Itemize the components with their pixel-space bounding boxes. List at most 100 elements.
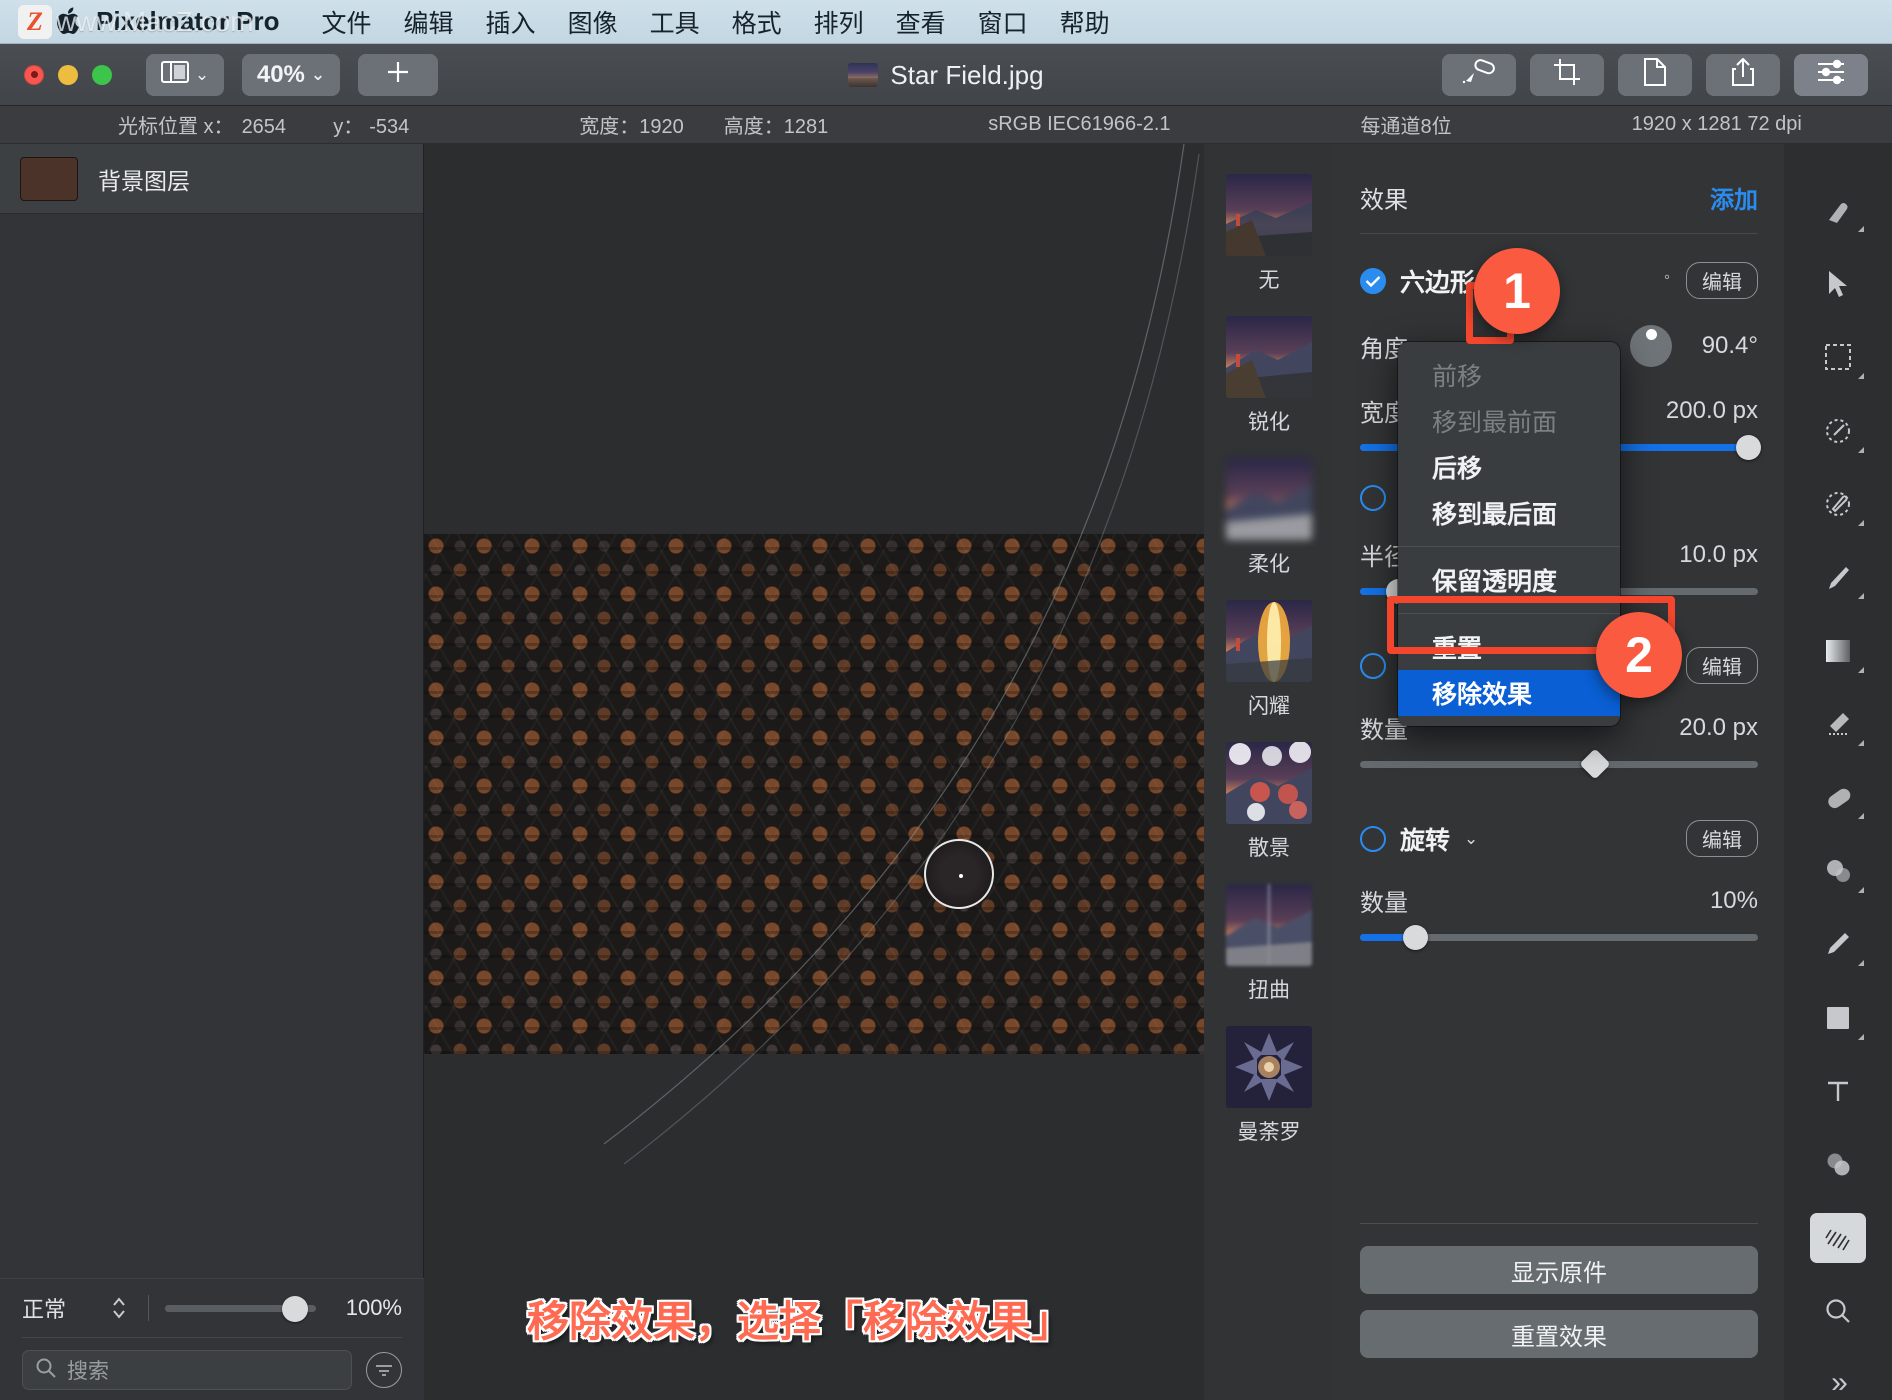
zoom-icon[interactable]: [1810, 1287, 1866, 1336]
eraser-icon[interactable]: [1810, 700, 1866, 749]
paint-brush-icon[interactable]: [1810, 553, 1866, 602]
edit-effect-button[interactable]: 编辑: [1686, 820, 1758, 857]
canvas-pattern-overlay: [424, 534, 1204, 1054]
param-slider-knob[interactable]: [1402, 925, 1428, 950]
add-layer-button[interactable]: [358, 53, 438, 96]
effect-preset-label: 曼荼罗: [1237, 1121, 1301, 1144]
filter-icon[interactable]: [366, 1352, 402, 1388]
cursor-y-value: -534: [369, 116, 410, 138]
clone-icon[interactable]: [1810, 846, 1866, 895]
edit-effect-button[interactable]: 编辑: [1686, 647, 1758, 684]
color-adjust-icon[interactable]: [1810, 186, 1866, 235]
layers-sidebar: 背景图层 正常 100% 搜索: [0, 144, 424, 1400]
minimize-button[interactable]: [58, 64, 78, 85]
menu-item-9[interactable]: 帮助: [1044, 4, 1126, 40]
opacity-slider-fill: [165, 1304, 295, 1312]
angle-origin-marker: °: [1664, 272, 1670, 289]
param-slider[interactable]: [1360, 925, 1758, 950]
crop-button[interactable]: [1530, 53, 1604, 96]
chevron-down-icon[interactable]: ⌄: [1464, 829, 1478, 849]
menubar-app-name[interactable]: Pixelmator Pro: [96, 6, 280, 37]
macos-menubar: Pixelmator Pro 文件 编辑 插入 图像 工具 格式 排列 查看 窗…: [0, 0, 1892, 44]
layout-panel-button[interactable]: ⌄: [146, 53, 224, 96]
add-effect-button[interactable]: 添加: [1710, 180, 1758, 215]
menu-item-0[interactable]: 文件: [306, 4, 388, 40]
reset-effects-button[interactable]: 重置效果: [1360, 1310, 1758, 1358]
opacity-slider[interactable]: [165, 1295, 316, 1322]
more-tools-icon[interactable]: »: [1831, 1366, 1848, 1400]
effect-preset-sharpen[interactable]: 锐化: [1226, 316, 1312, 436]
arrow-select-icon[interactable]: [1810, 259, 1866, 308]
effect-context-menu[interactable]: 前移 移到最前面 后移 移到最后面 保留透明度 重置 移除效果: [1398, 342, 1620, 726]
repair-icon[interactable]: [1810, 773, 1866, 822]
retouch-button[interactable]: [1442, 53, 1516, 96]
effect-enable-checkbox[interactable]: [1360, 652, 1386, 679]
effect-preset-distort[interactable]: 扭曲: [1226, 884, 1312, 1004]
menu-item-reset[interactable]: 重置: [1398, 624, 1620, 670]
effect-enable-checkbox[interactable]: [1360, 485, 1386, 511]
plus-icon: [385, 59, 411, 90]
angle-dial[interactable]: [1629, 325, 1672, 367]
show-original-button[interactable]: 显示原件: [1360, 1246, 1758, 1294]
effects-brush-icon[interactable]: [1810, 1213, 1866, 1263]
zoom-level-button[interactable]: 40% ⌄: [242, 53, 340, 96]
canvas-area[interactable]: [424, 144, 1204, 1400]
param-slider[interactable]: [1360, 748, 1758, 780]
gradient-icon[interactable]: [1810, 626, 1866, 675]
effect-preset-soften[interactable]: 柔化: [1226, 458, 1312, 578]
effect-preset-bokeh[interactable]: 散景: [1226, 742, 1312, 862]
effect-group-name: 六边形: [1400, 268, 1476, 297]
param-amount-row: 数量 10%: [1360, 883, 1758, 918]
height-value: 1281: [783, 116, 829, 138]
text-icon[interactable]: [1810, 1067, 1866, 1116]
menu-item-move-to-back[interactable]: 移到最后面: [1398, 490, 1620, 536]
menu-item-remove-effect[interactable]: 移除效果: [1398, 670, 1620, 716]
menu-item-6[interactable]: 排列: [798, 4, 880, 40]
param-slider-knob[interactable]: [1736, 435, 1761, 460]
shape-icon[interactable]: [1810, 993, 1866, 1042]
height-label: 高度：: [723, 116, 784, 138]
menu-item-8[interactable]: 窗口: [962, 4, 1044, 40]
menu-separator: [1398, 613, 1620, 614]
search-input[interactable]: 搜索: [22, 1350, 352, 1390]
blend-mode-row: 正常 100%: [0, 1279, 424, 1337]
menu-item-preserve-transparency[interactable]: 保留透明度: [1398, 557, 1620, 603]
width-label: 宽度：: [579, 116, 640, 138]
blend-mode-value[interactable]: 正常: [22, 1292, 92, 1324]
effect-enable-checkbox[interactable]: [1360, 825, 1386, 852]
param-slider-knob[interactable]: [1579, 748, 1611, 780]
document-canvas[interactable]: [424, 534, 1204, 1054]
quick-select-icon[interactable]: [1810, 406, 1866, 455]
chevron-down-icon: ⌄: [310, 64, 326, 84]
menu-item-move-backward[interactable]: 后移: [1398, 444, 1620, 490]
maximize-button[interactable]: [92, 64, 112, 85]
menu-item-5[interactable]: 格式: [716, 4, 798, 40]
menu-item-3[interactable]: 图像: [552, 4, 634, 40]
edit-effect-button[interactable]: 编辑: [1686, 262, 1758, 299]
blend-mode-stepper[interactable]: [106, 1294, 132, 1322]
blend-shapes-icon[interactable]: [1810, 1140, 1866, 1189]
effect-preset-label: 锐化: [1248, 411, 1290, 434]
effect-preset-mandala[interactable]: 曼荼罗: [1226, 1026, 1312, 1146]
opacity-slider-knob[interactable]: [281, 1295, 308, 1322]
inspector-button[interactable]: [1794, 53, 1868, 96]
pen-icon[interactable]: [1810, 920, 1866, 969]
close-button[interactable]: [24, 64, 44, 85]
effect-enable-checkbox[interactable]: [1360, 267, 1386, 294]
layout-panel-icon: [160, 60, 189, 89]
menu-item-7[interactable]: 查看: [880, 4, 962, 40]
layer-row[interactable]: 背景图层: [0, 144, 423, 214]
menu-item-2[interactable]: 插入: [470, 4, 552, 40]
effect-preset-glare[interactable]: 闪耀: [1226, 600, 1312, 720]
rect-marquee-icon[interactable]: [1810, 333, 1866, 382]
effects-panel-header: 效果 添加: [1360, 180, 1758, 215]
share-button[interactable]: [1706, 53, 1780, 96]
apple-logo-icon[interactable]: [56, 5, 86, 39]
document-button[interactable]: [1618, 53, 1692, 96]
menu-item-1[interactable]: 编辑: [388, 4, 470, 40]
magic-wand-icon[interactable]: [1810, 480, 1866, 529]
effect-preset-none[interactable]: 无: [1226, 174, 1312, 294]
param-amount-rotate: 数量 10%: [1360, 883, 1758, 950]
window-toolbar: ⌄ 40% ⌄ Star Field.jpg: [0, 44, 1892, 106]
menu-item-4[interactable]: 工具: [634, 4, 716, 40]
